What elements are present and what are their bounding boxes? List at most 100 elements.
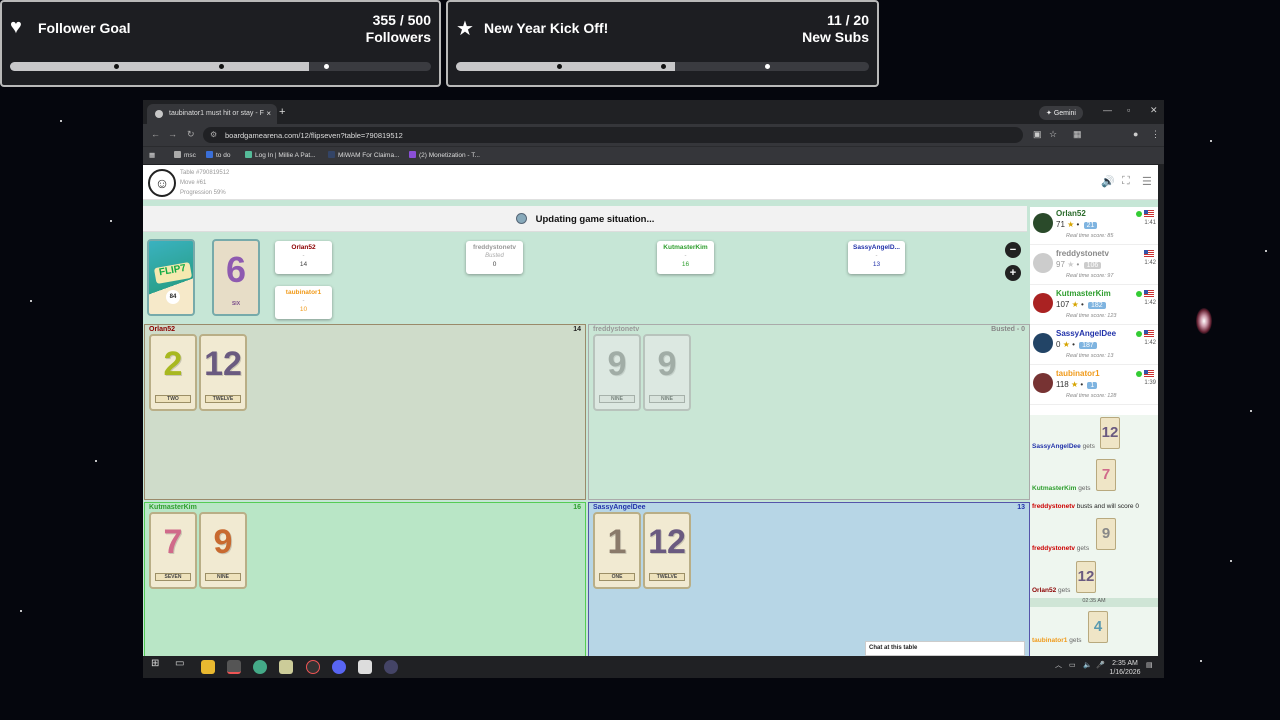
- player-panel-freddystonetv: freddystonetv 97 ★ • 106 Real time score…: [1030, 247, 1158, 285]
- sound-icon[interactable]: 🔊: [1101, 175, 1115, 188]
- avatar[interactable]: [1033, 213, 1053, 233]
- tray-chevron-icon[interactable]: ︿: [1055, 661, 1062, 670]
- star-icon: ★: [1062, 340, 1070, 349]
- galaxy-decoration: [1196, 308, 1212, 334]
- network-icon[interactable]: ▭: [1069, 661, 1076, 670]
- follower-goal-title: Follower Goal: [38, 20, 131, 36]
- area-player-name: Orlan52: [149, 326, 176, 333]
- tab-title: taubinator1 must hit or stay - F: [169, 110, 264, 117]
- windows-start-icon[interactable]: ⊞: [151, 659, 159, 669]
- avatar[interactable]: [1033, 293, 1053, 313]
- player-box-taubinator1: taubinator1-10: [275, 286, 332, 319]
- zoom-out-icon[interactable]: −: [1005, 242, 1021, 258]
- player-panel-sassyangeldee: SassyAngelDee 0 ★ • 187 Real time score:…: [1030, 327, 1158, 365]
- chrome-active-icon[interactable]: [227, 660, 241, 674]
- star-icon: ★: [456, 18, 474, 40]
- app-icon[interactable]: [279, 660, 293, 674]
- avatar[interactable]: [1033, 373, 1053, 393]
- bga-header: ☺ Table #790819512 Move #61 Progression …: [143, 165, 1158, 200]
- minimize-button[interactable]: —: [1103, 105, 1112, 115]
- area-score: 16: [573, 504, 581, 511]
- star-icon: ★: [1071, 300, 1079, 309]
- log-entry: taubinator1 gets: [1032, 637, 1082, 644]
- apps-icon[interactable]: ▦: [149, 151, 155, 159]
- favicon-icon: [155, 110, 163, 118]
- log-entry: Orlan52 gets: [1032, 587, 1071, 594]
- close-tab-icon[interactable]: ×: [266, 109, 271, 118]
- log-entry: freddystonetv gets: [1032, 545, 1090, 552]
- sub-goal-progress: [456, 62, 869, 71]
- fullscreen-icon[interactable]: ⛶: [1122, 175, 1130, 188]
- player-box-sassyangeldee: SassyAngelD... -13: [848, 241, 905, 274]
- bga-logo[interactable]: ☺: [148, 169, 176, 197]
- tab-strip: taubinator1 must hit or stay - F × + ✦ Ge…: [143, 100, 1164, 124]
- address-bar[interactable]: ⚙ boardgamearena.com/12/flipseven?table=7…: [203, 127, 1023, 143]
- chat-at-table[interactable]: Chat at this table: [865, 641, 1025, 656]
- windows-taskbar: ⊞ ▭ ︿ ▭ 🔈 🎤 2:35 AM 1/16/2026 ▤: [143, 656, 1164, 678]
- chrome-icon[interactable]: [253, 660, 267, 674]
- progression: Progression 59%: [180, 190, 226, 196]
- task-view-icon[interactable]: ▭: [175, 659, 184, 669]
- sub-goal-title: New Year Kick Off!: [484, 20, 609, 36]
- area-player-name: KutmasterKim: [149, 504, 197, 511]
- gemini-button[interactable]: ✦ Gemini: [1039, 106, 1083, 120]
- hamburger-menu-icon[interactable]: ☰: [1142, 175, 1152, 188]
- bookmark-todo[interactable]: to do: [206, 151, 230, 159]
- area-player-name: freddystonetv: [593, 326, 640, 333]
- player-clock: 1:41: [1144, 220, 1156, 226]
- notification-icon[interactable]: ▤: [1146, 661, 1153, 670]
- file-explorer-icon[interactable]: [201, 660, 215, 674]
- draw-deck[interactable]: FLIP7 84: [147, 239, 195, 316]
- bookmark-millie[interactable]: Log In | Millie A Pat...: [245, 151, 316, 159]
- menu-icon[interactable]: ⋮: [1151, 129, 1160, 140]
- game-page: ☺ Table #790819512 Move #61 Progression …: [143, 165, 1158, 656]
- maximize-button[interactable]: ▫: [1127, 105, 1130, 115]
- speaker-icon[interactable]: 🔈: [1083, 661, 1092, 670]
- player-clock: 1:42: [1144, 300, 1156, 306]
- discard-word: SIX: [231, 301, 241, 307]
- play-area-sassyangeldee: SassyAngelDee 13 1 ONE 12 TWELVE: [588, 502, 1030, 656]
- sub-goal-count: 11 / 20: [826, 12, 869, 28]
- bookmark-msc[interactable]: msc: [174, 151, 196, 159]
- reload-icon[interactable]: ↻: [187, 129, 195, 140]
- mic-icon[interactable]: 🎤: [1096, 661, 1105, 670]
- player-box-kutmasterkim: KutmasterKim -16: [657, 241, 714, 274]
- card-seven: 7 SEVEN: [149, 512, 197, 589]
- back-icon[interactable]: ←: [151, 129, 160, 139]
- log-entry: KutmasterKim gets: [1032, 485, 1091, 492]
- zoom-in-icon[interactable]: +: [1005, 265, 1021, 281]
- close-window-button[interactable]: ✕: [1150, 105, 1158, 116]
- app2-icon[interactable]: [384, 660, 398, 674]
- store-icon[interactable]: [358, 660, 372, 674]
- new-tab-button[interactable]: +: [279, 106, 285, 118]
- us-flag-icon: [1144, 330, 1154, 337]
- elo-badge: 21: [1083, 222, 1098, 229]
- nav-bar: ← → ↻ ⚙ boardgamearena.com/12/flipseven?t…: [143, 124, 1164, 146]
- obs-icon[interactable]: [306, 660, 320, 674]
- star-icon: ★: [1067, 220, 1075, 229]
- extension-icon[interactable]: ▣: [1033, 129, 1042, 140]
- tab-game[interactable]: taubinator1 must hit or stay - F ×: [147, 104, 277, 124]
- bookmark-miwam[interactable]: MiWAM For Claima...: [328, 151, 400, 159]
- avatar[interactable]: [1033, 253, 1053, 273]
- discard-number: 6: [225, 249, 247, 290]
- us-flag-icon: [1144, 370, 1154, 377]
- player-panel-taubinator1: taubinator1 118 ★ • 1 Real time score: 1…: [1030, 367, 1158, 405]
- card-two: 2 TWO: [149, 334, 197, 411]
- site-info-icon[interactable]: ⚙: [210, 130, 217, 139]
- avatar[interactable]: [1033, 333, 1053, 353]
- online-status-icon: [1136, 291, 1142, 297]
- follower-goal-unit: Followers: [365, 29, 431, 45]
- profile-icon[interactable]: ●: [1133, 129, 1138, 139]
- puzzle-icon[interactable]: ▦: [1073, 129, 1082, 140]
- bookmark-star-icon[interactable]: ☆: [1049, 129, 1057, 140]
- discord-icon[interactable]: [332, 660, 346, 674]
- bookmark-monetization[interactable]: (2) Monetization - T...: [409, 151, 480, 159]
- online-status-icon: [1136, 371, 1142, 377]
- clock[interactable]: 2:35 AM 1/16/2026: [1105, 659, 1145, 677]
- player-sidebar: Orlan52 71 ★ • 21 Real time score: 85 1:…: [1030, 207, 1158, 656]
- card-nine: 9 NINE: [199, 512, 247, 589]
- elo-badge: 106: [1083, 262, 1102, 269]
- forward-icon[interactable]: →: [168, 129, 177, 139]
- loading-icon: [515, 213, 527, 224]
